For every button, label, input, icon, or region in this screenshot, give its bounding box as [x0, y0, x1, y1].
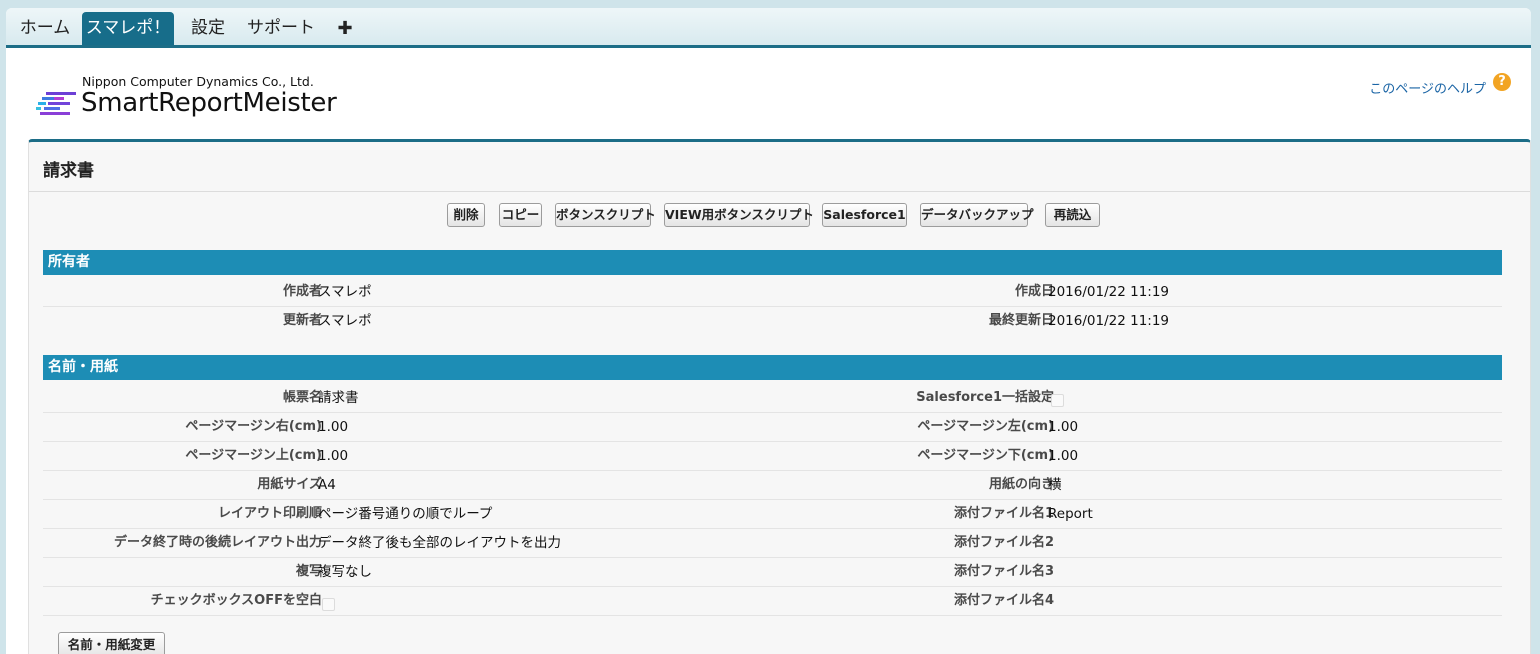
reload-button[interactable]: 再読込 [1045, 203, 1100, 227]
field-label: ページマージン上(cm) [185, 448, 322, 463]
field-label: 最終更新日 [988, 313, 1054, 328]
smartreport-logo-icon [36, 92, 76, 115]
field-value: 1.00 [1048, 419, 1079, 435]
detail-row: 帳票名 請求書 Salesforce1一括設定 [43, 384, 1502, 413]
company-name: Nippon Computer Dynamics Co., Ltd. [82, 74, 314, 89]
field-label: ページマージン左(cm) [917, 419, 1054, 434]
data-backup-button[interactable]: データバックアップ [920, 203, 1034, 227]
field-label: 添付ファイル名4 [953, 593, 1054, 608]
field-label: 更新者 [282, 313, 322, 328]
detail-row: ページマージン上(cm) 1.00 ページマージン下(cm) 1.00 [43, 442, 1502, 471]
record-panel: 請求書 削除 コピー ボタンスクリプト VIEW用ボタンスクリプト Salesf… [28, 139, 1531, 654]
field-label: 添付ファイル名3 [953, 564, 1054, 579]
field-value: スマレポ [318, 313, 372, 329]
tab-settings[interactable]: 設定 [181, 12, 235, 45]
field-label: レイアウト印刷順 [217, 506, 322, 521]
detail-row: データ終了時の後続レイアウト出力 データ終了後も全部のレイアウトを出力 添付ファ… [43, 529, 1502, 558]
field-value: 1.00 [318, 419, 349, 435]
field-value: 横 [1048, 477, 1062, 493]
field-value: 請求書 [318, 390, 359, 406]
divider [29, 191, 1530, 192]
field-label: ページマージン右(cm) [185, 419, 322, 434]
detail-row: 用紙サイズ A4 用紙の向き 横 [43, 471, 1502, 500]
field-label: チェックボックスOFFを空白 [150, 593, 322, 608]
delete-button[interactable]: 削除 [447, 203, 485, 227]
field-value: 1.00 [1048, 448, 1079, 464]
detail-row: 作成者 スマレポ 作成日 2016/01/22 11:19 [43, 278, 1502, 307]
field-value: スマレポ [318, 284, 372, 300]
detail-row: 複写 複写なし 添付ファイル名3 [43, 558, 1502, 587]
add-tab-icon[interactable]: ✚ [332, 12, 358, 45]
field-label: 帳票名 [282, 390, 322, 405]
salesforce1-button[interactable]: Salesforce1 [822, 203, 907, 227]
field-label: 用紙の向き [988, 477, 1054, 492]
copy-button[interactable]: コピー [499, 203, 542, 227]
button-script-button[interactable]: ボタンスクリプト [555, 203, 656, 227]
field-label: 添付ファイル名2 [953, 535, 1054, 550]
field-label: データ終了時の後続レイアウト出力 [113, 535, 322, 550]
record-title: 請求書 [43, 161, 94, 181]
section-header-owner: 所有者 [43, 250, 1502, 275]
detail-row: レイアウト印刷順 ページ番号通りの順でループ 添付ファイル名1 Report [43, 500, 1502, 529]
field-label: 作成者 [282, 284, 322, 299]
section-header-paper: 名前・用紙 [43, 355, 1502, 380]
help-link[interactable]: このページのヘルプ [1369, 78, 1486, 97]
field-label: Salesforce1一括設定 [916, 390, 1054, 405]
field-value: ページ番号通りの順でループ [318, 506, 493, 522]
app-window: ホーム スマレポ！ 設定 サポート ✚ Nippon Computer Dyna… [6, 8, 1531, 654]
tab-home[interactable]: ホーム [10, 12, 80, 45]
tab-smarepo[interactable]: スマレポ！ [82, 12, 174, 45]
checkbox-off-blank-checkbox [322, 598, 335, 611]
tab-bar: ホーム スマレポ！ 設定 サポート ✚ [6, 8, 1531, 48]
app-name: SmartReportMeister [81, 88, 337, 118]
field-value: 複写なし [318, 564, 372, 580]
detail-row: 更新者 スマレポ 最終更新日 2016/01/22 11:19 [43, 307, 1502, 336]
field-value: Report [1048, 506, 1093, 522]
field-value: データ終了後も全部のレイアウトを出力 [318, 535, 561, 551]
field-value: 2016/01/22 11:19 [1048, 284, 1170, 300]
help-icon[interactable]: ? [1493, 73, 1511, 91]
detail-row: チェックボックスOFFを空白 添付ファイル名4 [43, 587, 1502, 616]
view-button-script-button[interactable]: VIEW用ボタンスクリプト [664, 203, 814, 227]
button-row: 削除 コピー ボタンスクリプト VIEW用ボタンスクリプト Salesforce… [29, 203, 1530, 229]
detail-row: ページマージン右(cm) 1.00 ページマージン左(cm) 1.00 [43, 413, 1502, 442]
field-label: 用紙サイズ [257, 477, 322, 492]
field-label: ページマージン下(cm) [917, 448, 1054, 463]
field-value: 2016/01/22 11:19 [1048, 313, 1170, 329]
salesforce1-bulk-checkbox [1051, 394, 1064, 407]
change-name-paper-button[interactable]: 名前・用紙変更 [58, 632, 165, 654]
field-value: 1.00 [318, 448, 349, 464]
field-label: 添付ファイル名1 [953, 506, 1054, 521]
tab-support[interactable]: サポート [243, 12, 319, 45]
field-value: A4 [318, 477, 336, 493]
